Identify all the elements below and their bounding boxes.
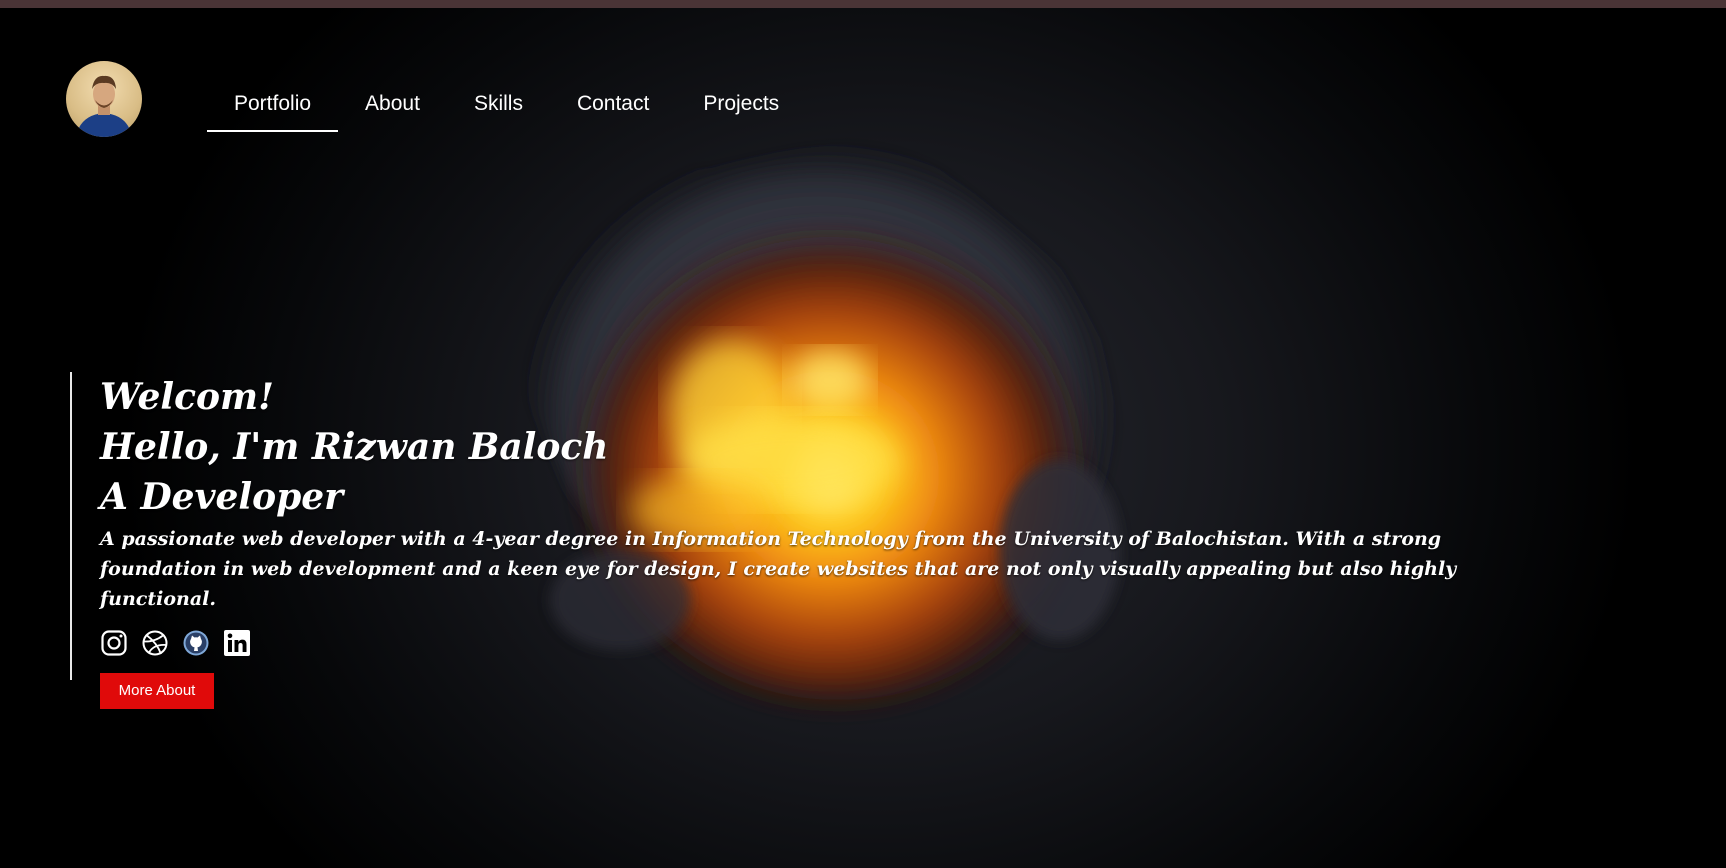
hero-role: A Developer	[100, 476, 344, 518]
hero-intro: Welcom! Hello, I'm Rizwan Baloch A Devel…	[70, 372, 1570, 709]
github-icon[interactable]	[182, 629, 210, 657]
instagram-icon[interactable]	[100, 629, 128, 657]
more-about-button[interactable]: More About	[100, 673, 214, 709]
hero-bio: A passionate web developer with a 4-year…	[100, 528, 1457, 610]
profile-avatar[interactable]	[66, 61, 142, 137]
hero-greeting: Welcom!	[100, 376, 274, 418]
main-nav: Portfolio About Skills Contact Projects	[207, 80, 806, 132]
social-links	[100, 629, 1570, 657]
top-strip	[0, 0, 1726, 8]
nav-skills[interactable]: Skills	[447, 80, 550, 132]
hero-name: Hello, I'm Rizwan Baloch	[100, 426, 609, 468]
nav-projects[interactable]: Projects	[676, 80, 806, 132]
dribbble-icon[interactable]	[141, 629, 169, 657]
nav-contact[interactable]: Contact	[550, 80, 676, 132]
linkedin-icon[interactable]	[223, 629, 251, 657]
nav-about[interactable]: About	[338, 80, 447, 132]
nav-portfolio[interactable]: Portfolio	[207, 80, 339, 132]
